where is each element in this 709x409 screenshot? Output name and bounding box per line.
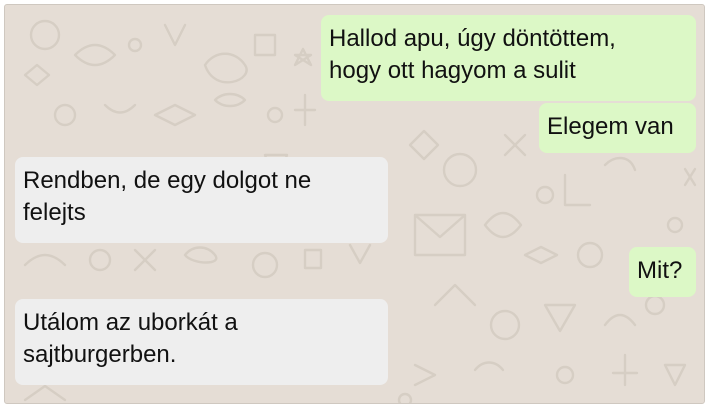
incoming-message-bubble[interactable]: Utálom az uborkát a sajtburgerben.: [15, 299, 388, 385]
message-text-line: Elegem van: [547, 113, 674, 140]
message-text-line: hogy ott hagyom a sulit: [329, 57, 576, 84]
message-text-line: Utálom az uborkát a: [23, 309, 238, 336]
message-text-line: Rendben, de egy dolgot ne: [23, 167, 312, 194]
outgoing-message-bubble[interactable]: Hallod apu, úgy döntöttem, hogy ott hagy…: [321, 15, 696, 101]
message-text-line: felejts: [23, 199, 86, 226]
chat-window: Hallod apu, úgy döntöttem, hogy ott hagy…: [4, 4, 705, 404]
outgoing-message-bubble[interactable]: Mit?: [629, 247, 696, 297]
incoming-message-bubble[interactable]: Rendben, de egy dolgot ne felejts: [15, 157, 388, 243]
message-text-line: sajtburgerben.: [23, 341, 177, 368]
message-text-line: Mit?: [637, 257, 683, 284]
outgoing-message-bubble[interactable]: Elegem van: [539, 103, 696, 153]
message-text-line: Hallod apu, úgy döntöttem,: [329, 25, 616, 52]
